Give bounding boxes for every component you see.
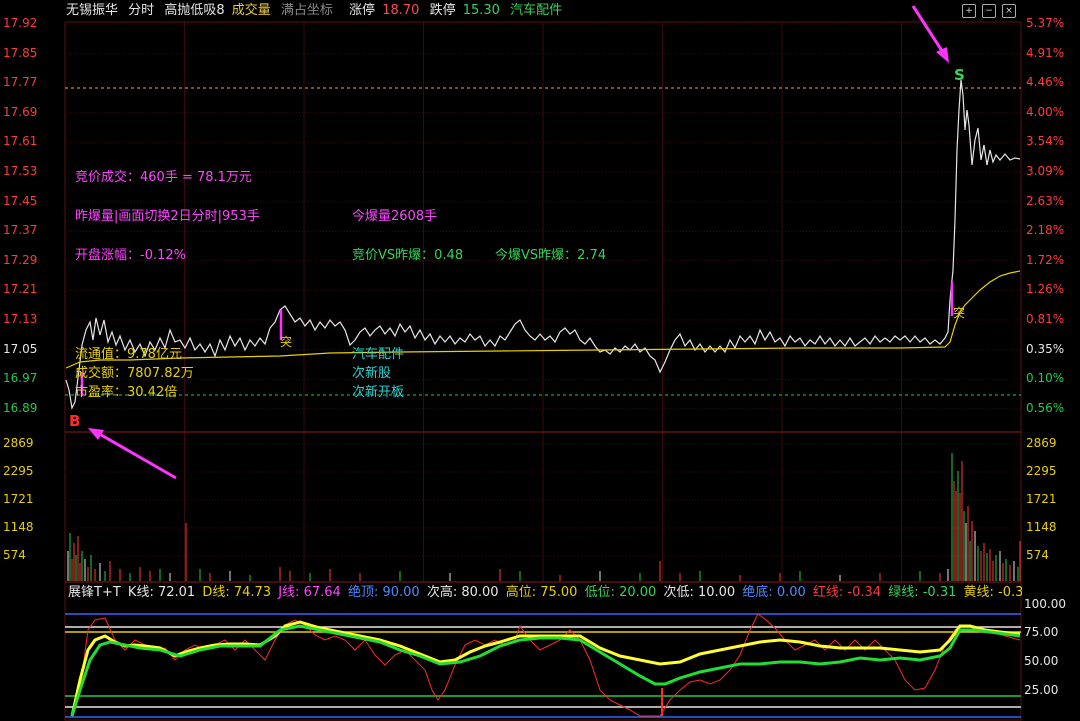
high-level: 高位: 75.00 xyxy=(505,585,578,600)
today-burst-note: 今爆量2608手 xyxy=(352,209,438,224)
price-tick-label: 17.37 xyxy=(3,223,38,238)
price-tick-label: 17.77 xyxy=(3,75,38,90)
price-tick-label: 17.69 xyxy=(3,104,38,119)
percent-tick-label: 0.81% xyxy=(1026,312,1065,326)
bottom-level: 绝底: 0.00 xyxy=(742,585,806,600)
percent-tick-label: 3.54% xyxy=(1026,134,1065,149)
sector-tag: 汽车配件 xyxy=(352,347,405,362)
volume-tick-label: 1721 xyxy=(3,492,34,506)
d-line xyxy=(70,624,1021,717)
percent-tick-label: 4.91% xyxy=(1026,45,1065,60)
peak-level: 绝顶: 90.00 xyxy=(347,585,420,600)
sell-marker: S xyxy=(954,66,965,84)
kdj-tick-label: 75.00 xyxy=(1024,625,1059,639)
kdj-indicator-name[interactable]: 展锋T+T xyxy=(68,585,121,600)
price-tick-label: 16.97 xyxy=(3,371,38,386)
price-tick-label: 17.92 xyxy=(3,16,38,30)
percent-tick-label: 0.10% xyxy=(1026,371,1065,386)
volume-tick-label: 574 xyxy=(3,548,26,562)
percent-tick-label: 1.72% xyxy=(1026,252,1065,267)
price-tick-label: 16.89 xyxy=(3,400,38,415)
volume-tick-label: 2295 xyxy=(1026,464,1057,478)
price-tick-label: 17.45 xyxy=(3,193,38,208)
price-tick-label: 17.21 xyxy=(3,282,38,297)
sub-low-level: 次低: 10.00 xyxy=(663,585,736,600)
k-line-value: K线: 72.01 xyxy=(127,585,196,600)
arrow-icon xyxy=(88,428,104,440)
arrow-icon xyxy=(936,47,949,63)
price-tick-label: 17.61 xyxy=(3,134,38,149)
volume-tick-label: 2869 xyxy=(3,436,34,450)
today-vs-note: 今爆VS昨爆：2.74 xyxy=(495,248,607,263)
percent-tick-label: 5.37% xyxy=(1026,16,1065,30)
percent-tick-label: 1.26% xyxy=(1026,282,1065,297)
open-change-note: 开盘涨幅：-0.12% xyxy=(75,248,186,263)
percent-tick-label: 2.18% xyxy=(1026,223,1065,238)
j-line-value: J线: 67.64 xyxy=(278,585,341,600)
sub-new-open-tag: 次新开板 xyxy=(352,385,405,400)
k-line xyxy=(70,620,1021,717)
volume-tick-label: 2869 xyxy=(1026,436,1057,450)
volume-tick-label: 1721 xyxy=(1026,492,1057,506)
price-tick-label: 17.29 xyxy=(3,252,38,267)
auction-volume-note: 竞价成交：460手 = 78.1万元 xyxy=(75,170,252,185)
pe-ratio-note: 市盈率：30.42倍 xyxy=(75,385,178,400)
percent-tick-label: 4.46% xyxy=(1026,75,1065,90)
percent-tick-label: 2.63% xyxy=(1026,193,1065,208)
low-level: 低位: 20.00 xyxy=(584,585,657,600)
price-tick-label: 17.53 xyxy=(3,164,38,178)
kdj-tick-label: 50.00 xyxy=(1024,654,1059,668)
breakout-marker: 突 xyxy=(953,306,966,320)
percent-tick-label: 0.56% xyxy=(1026,400,1065,415)
price-tick-label: 17.85 xyxy=(3,45,38,60)
percent-tick-label: 0.35% xyxy=(1026,341,1065,356)
percent-tick-label: 3.09% xyxy=(1026,164,1065,178)
green-line-value: 绿线: -0.31 xyxy=(888,585,957,600)
arrow-icon xyxy=(911,5,946,55)
volume-tick-label: 574 xyxy=(1026,548,1049,562)
arrow-icon xyxy=(95,430,177,480)
red-line-value: 红线: -0.34 xyxy=(812,585,882,600)
volume-tick-label: 1148 xyxy=(3,520,34,534)
volume-tick-label: 1148 xyxy=(1026,520,1057,534)
sub-high-level: 次高: 80.00 xyxy=(426,585,499,600)
volume-tick-label: 2295 xyxy=(3,464,34,478)
kdj-tick-label: 100.00 xyxy=(1024,597,1066,611)
sub-new-stock-tag: 次新股 xyxy=(352,366,392,381)
price-tick-label: 17.13 xyxy=(3,312,38,326)
yellow-line-value: 黄线: -0.35 xyxy=(963,585,1022,600)
buy-marker: B xyxy=(69,412,81,430)
yesterday-burst-note: 昨爆量|画面切换2日分时|953手 xyxy=(75,209,260,224)
turnover-note: 成交额：7807.82万 xyxy=(75,366,194,381)
kdj-tick-label: 25.00 xyxy=(1024,683,1059,697)
breakout-marker: 突 xyxy=(280,335,293,349)
float-cap-note: 流通值：9.78亿元 xyxy=(75,347,182,362)
percent-tick-label: 4.00% xyxy=(1026,104,1065,119)
auction-vs-note: 竞价VS昨爆：0.48 xyxy=(352,248,464,263)
j-line xyxy=(71,613,1021,717)
kdj-legend: 展锋T+T K线: 72.01 D线: 74.73 J线: 67.64 绝顶: … xyxy=(0,583,1022,603)
price-tick-label: 17.05 xyxy=(3,341,38,356)
d-line-value: D线: 74.73 xyxy=(202,585,272,600)
